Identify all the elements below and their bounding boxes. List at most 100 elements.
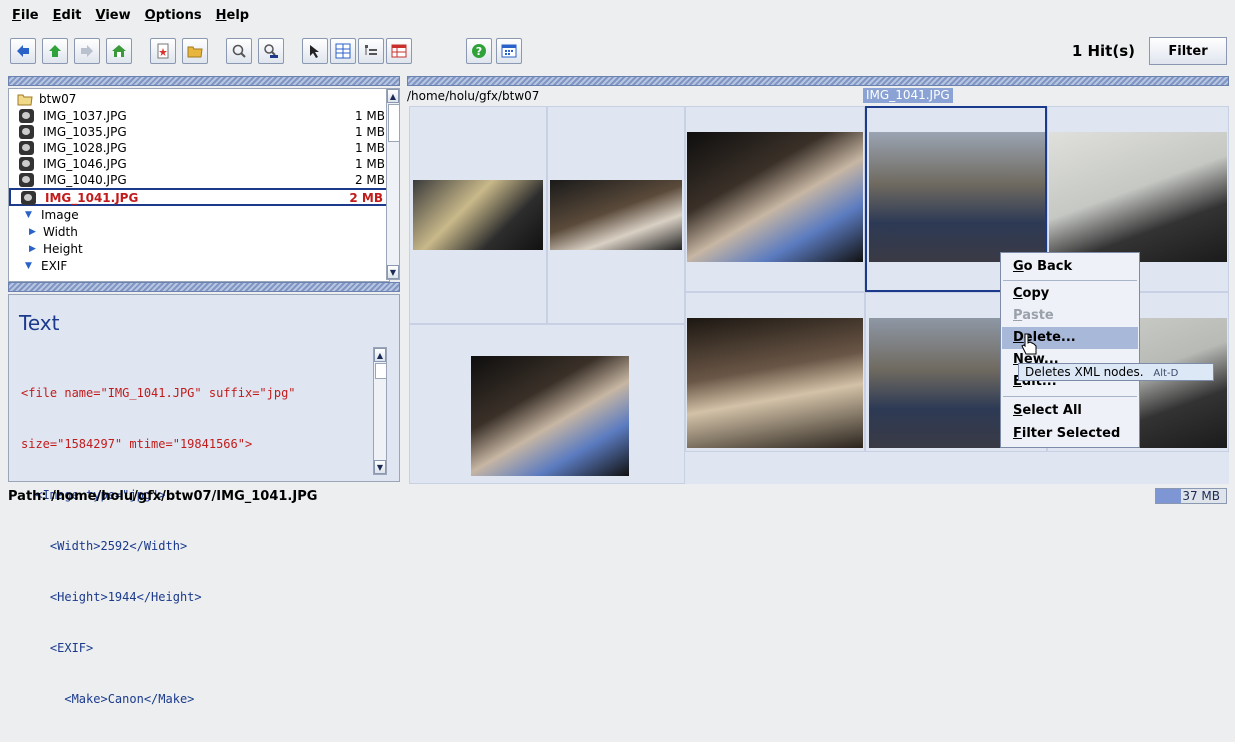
panel-grip[interactable] xyxy=(407,76,1229,86)
image-file-icon xyxy=(19,173,34,187)
new-button[interactable] xyxy=(150,38,176,64)
text-panel: Text <file name="IMG_1041.JPG" suffix="j… xyxy=(8,294,400,706)
node-label: Width xyxy=(43,225,78,239)
code-line: <Make>Canon</Make> xyxy=(21,692,195,706)
memory-label: 37 MB xyxy=(1182,489,1220,503)
status-bar: Path: /home/holu/gfx/btw07/IMG_1041.JPG xyxy=(0,486,1235,506)
left-panel: btw07 IMG_1037.JPG 1 MB IMG_1035.JPG 1 MB … xyxy=(8,76,400,706)
filter-button[interactable]: Filter xyxy=(1149,37,1227,65)
arrow-up-icon xyxy=(49,45,61,57)
menu-bar: File Edit View Options Help xyxy=(0,0,1235,30)
photo-thumbnail[interactable] xyxy=(687,318,863,448)
scroll-thumb[interactable] xyxy=(375,363,387,379)
search-icon xyxy=(232,44,246,58)
photo-thumbnail[interactable] xyxy=(1049,132,1227,262)
tree-view-icon xyxy=(365,45,377,55)
file-name: IMG_1037.JPG xyxy=(43,109,127,123)
scroll-up-arrow[interactable]: ▲ xyxy=(374,348,386,362)
menu-help[interactable]: Help xyxy=(216,8,249,23)
search-button[interactable] xyxy=(226,38,252,64)
tree-file-row[interactable]: IMG_1040.JPG 2 MB xyxy=(9,172,389,188)
selected-file-label: IMG_1041.JPG xyxy=(863,88,953,103)
arrow-left-icon xyxy=(17,45,29,57)
help-button[interactable]: ? xyxy=(466,38,492,64)
node-label: EXIF xyxy=(41,259,68,273)
menu-options[interactable]: Options xyxy=(145,8,202,23)
grid-view-icon xyxy=(335,43,351,59)
folder-icon xyxy=(17,94,33,106)
status-path: Path: /home/holu/gfx/btw07/IMG_1041.JPG xyxy=(8,489,318,504)
back-button[interactable] xyxy=(10,38,36,64)
file-name: IMG_1041.JPG xyxy=(45,191,139,205)
calendar-button[interactable] xyxy=(496,38,522,64)
help-icon: ? xyxy=(472,44,486,58)
photo-thumbnail[interactable] xyxy=(687,132,863,262)
grid-view-button[interactable] xyxy=(330,38,356,64)
photo-thumbnail[interactable] xyxy=(413,180,543,250)
code-line: <Height>1944</Height> xyxy=(21,590,202,604)
memory-indicator[interactable]: 37 MB xyxy=(1155,488,1227,504)
xml-source[interactable]: <file name="IMG_1041.JPG" suffix="jpg" s… xyxy=(21,351,296,742)
tooltip: Deletes XML nodes. Alt-D xyxy=(1018,363,1214,381)
menu-file[interactable]: File xyxy=(12,8,39,23)
calendar-icon xyxy=(501,44,517,58)
code-line: <EXIF> xyxy=(21,641,94,655)
menu-separator xyxy=(1003,396,1137,397)
tree-node-exif[interactable]: ▼ EXIF xyxy=(9,258,389,274)
menu-go-back[interactable]: Go Back xyxy=(1013,259,1072,274)
tree-scrollbar[interactable]: ▲ ▼ xyxy=(386,88,400,280)
hit-count: 1 Hit(s) xyxy=(1071,42,1135,60)
scroll-up-arrow[interactable]: ▲ xyxy=(387,89,399,103)
menu-view[interactable]: View xyxy=(96,8,131,23)
tree-root[interactable]: btw07 xyxy=(9,91,389,107)
panel-grip[interactable] xyxy=(8,76,400,86)
table-view-button[interactable] xyxy=(386,38,412,64)
file-name: IMG_1046.JPG xyxy=(43,157,127,171)
forward-button[interactable] xyxy=(74,38,100,64)
tree-file-row[interactable]: IMG_1035.JPG 1 MB xyxy=(9,124,389,140)
menu-filter-selected[interactable]: Filter Selected xyxy=(1013,426,1120,441)
menu-paste[interactable]: Paste xyxy=(1013,308,1054,323)
pointer-icon xyxy=(310,45,319,58)
photo-thumbnail[interactable] xyxy=(550,180,682,250)
file-size: 1 MB xyxy=(354,141,385,155)
scroll-down-arrow[interactable]: ▼ xyxy=(374,460,386,474)
toolbar: ? xyxy=(0,32,1235,72)
menu-separator xyxy=(1003,280,1137,281)
photo-thumbnail[interactable] xyxy=(471,356,629,476)
tree-file-row[interactable]: IMG_1037.JPG 1 MB xyxy=(9,108,389,124)
tree-file-row[interactable]: IMG_1046.JPG 1 MB xyxy=(9,156,389,172)
new-file-icon xyxy=(157,43,169,59)
panel-divider[interactable] xyxy=(8,282,400,292)
collapsed-triangle-icon: ▶ xyxy=(29,244,36,254)
file-name: IMG_1040.JPG xyxy=(43,173,127,187)
expanded-triangle-icon: ▼ xyxy=(25,210,32,220)
scroll-down-arrow[interactable]: ▼ xyxy=(387,265,399,279)
memory-fill xyxy=(1156,489,1181,503)
scroll-thumb[interactable] xyxy=(388,104,400,142)
open-folder-icon xyxy=(187,46,203,58)
menu-edit[interactable]: Edit xyxy=(53,8,82,23)
open-button[interactable] xyxy=(182,38,208,64)
info-search-icon xyxy=(264,44,278,58)
info-search-button[interactable] xyxy=(258,38,284,64)
file-size: 1 MB xyxy=(354,157,385,171)
arrow-right-icon xyxy=(81,45,93,57)
menu-copy[interactable]: Copy xyxy=(1013,286,1049,301)
up-button[interactable] xyxy=(42,38,68,64)
tree-node-image[interactable]: ▼ Image xyxy=(9,207,389,223)
code-line: size="1584297" mtime="19841566"> xyxy=(21,437,253,451)
code-line: <Width>2592</Width> xyxy=(21,539,188,553)
image-file-icon xyxy=(19,157,34,171)
home-button[interactable] xyxy=(106,38,132,64)
tree-node-height[interactable]: ▶ Height xyxy=(9,241,389,257)
home-icon xyxy=(112,45,126,57)
tree-node-width[interactable]: ▶ Width xyxy=(9,224,389,240)
tree-file-row[interactable]: IMG_1028.JPG 1 MB xyxy=(9,140,389,156)
menu-select-all[interactable]: Select All xyxy=(1013,403,1082,418)
image-file-icon xyxy=(21,191,36,205)
text-scrollbar[interactable]: ▲ ▼ xyxy=(373,347,387,475)
tree-view-button[interactable] xyxy=(358,38,384,64)
pointer-button[interactable] xyxy=(302,38,328,64)
tree-file-row-selected[interactable]: IMG_1041.JPG 2 MB xyxy=(9,188,389,206)
